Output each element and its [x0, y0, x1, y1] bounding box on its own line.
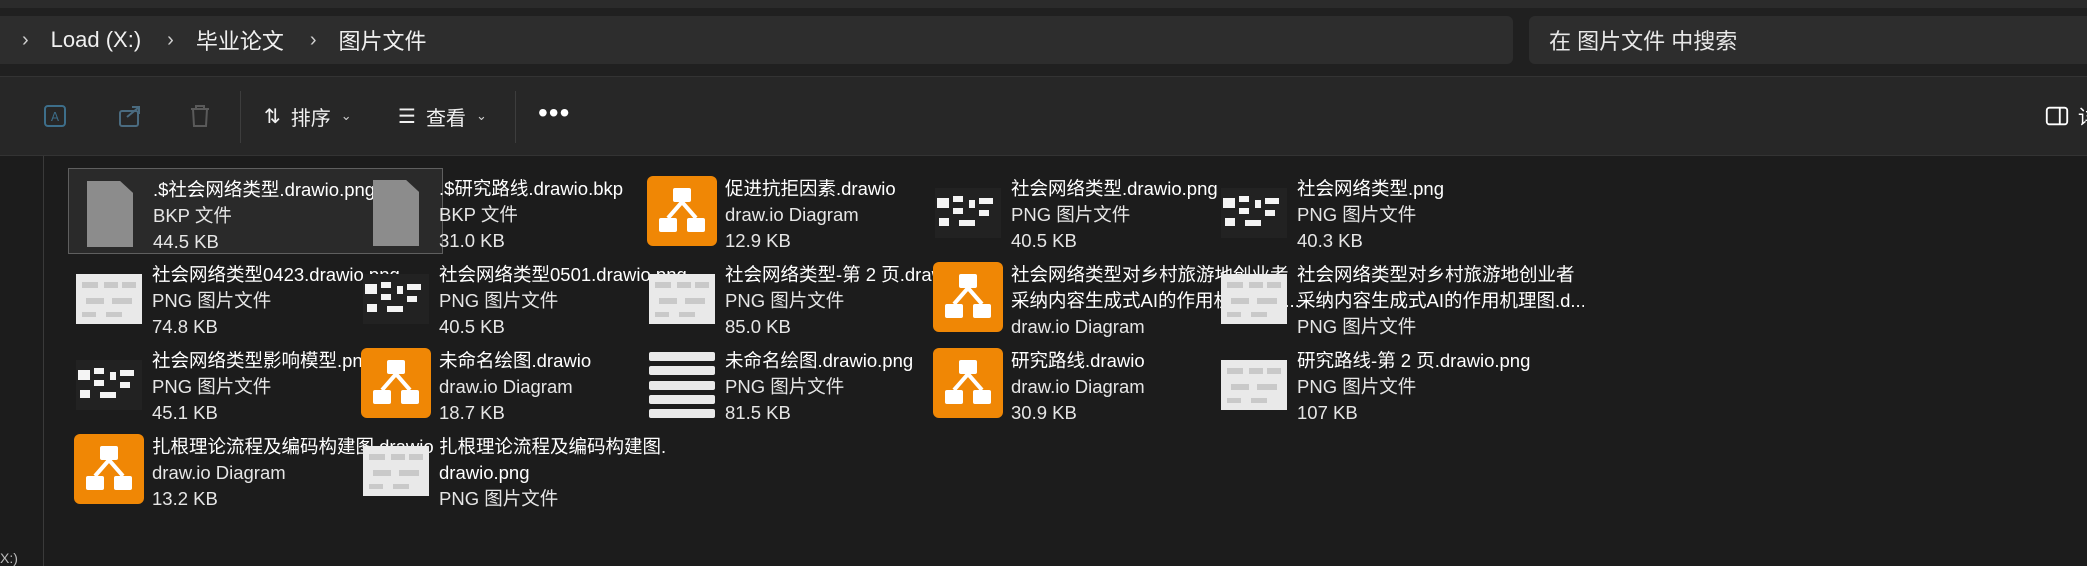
file-thumbnail	[361, 347, 431, 418]
image-thumbnail-icon	[1221, 360, 1287, 410]
file-meta: 社会网络类型对乡村旅游地创业者 采纳内容生成式AI的作用机理图.d... PNG 图…	[1297, 262, 1584, 340]
file-meta: 社会网络类型.png PNG 图片文件 40.3 KB	[1297, 176, 1584, 254]
view-button[interactable]: ☰ 查看 ⌄	[398, 99, 487, 133]
file-thumbnail	[1221, 180, 1287, 246]
chevron-down-icon: ⌄	[475, 108, 487, 123]
file-type: PNG 图片文件	[1297, 316, 1417, 337]
image-thumbnail-icon	[76, 274, 142, 324]
breadcrumb-folder-images[interactable]: 图片文件	[335, 24, 431, 56]
share-icon[interactable]	[115, 101, 145, 131]
file-thumbnail	[1221, 352, 1287, 418]
file-name-line2: drawio.png	[439, 462, 530, 483]
file-thumbnail	[363, 180, 429, 246]
file-item[interactable]: 社会网络类型.png PNG 图片文件 40.3 KB	[1213, 168, 1588, 254]
generic-file-icon	[373, 180, 419, 246]
file-thumbnail	[76, 266, 142, 332]
image-thumbnail-icon	[76, 360, 142, 410]
image-thumbnail-icon	[363, 274, 429, 324]
file-size: 107 KB	[1297, 402, 1358, 423]
details-pane-icon	[2045, 106, 2069, 125]
file-meta: 扎根理论流程及编码构建图. drawio.png PNG 图片文件	[439, 434, 726, 512]
image-thumbnail-icon	[649, 352, 715, 418]
file-thumbnail	[77, 181, 143, 247]
drawio-icon	[933, 347, 1003, 423]
image-thumbnail-icon	[935, 188, 1001, 238]
address-bar[interactable]: › Load (X:) › 毕业论文 › 图片文件	[0, 16, 1513, 64]
chevron-right-icon[interactable]: ›	[145, 29, 192, 52]
file-thumbnail	[933, 347, 1003, 418]
view-label: 查看	[425, 107, 466, 130]
file-thumbnail	[363, 438, 429, 504]
file-thumbnail	[647, 175, 717, 246]
file-name: 扎根理论流程及编码构建图.	[439, 436, 667, 457]
file-item[interactable]: 社会网络类型对乡村旅游地创业者 采纳内容生成式AI的作用机理图.d... PNG 图…	[1213, 254, 1588, 340]
drawio-icon	[933, 261, 1003, 337]
file-thumbnail	[76, 352, 142, 418]
image-thumbnail-icon	[1221, 274, 1287, 324]
navigation-pane[interactable]: X:)	[0, 156, 44, 566]
more-options-button[interactable]: •••	[538, 99, 570, 127]
sort-button[interactable]: ⇅ 排序 ⌄	[264, 99, 352, 133]
drawio-icon	[361, 347, 431, 423]
drawio-icon	[647, 175, 717, 251]
chevron-right-icon[interactable]: ›	[0, 29, 47, 52]
view-icon: ☰	[398, 105, 416, 128]
image-thumbnail-icon	[363, 446, 429, 496]
drawio-icon	[74, 433, 144, 509]
address-row: › Load (X:) › 毕业论文 › 图片文件 在 图片文件 中搜索	[0, 8, 2087, 76]
image-thumbnail-icon	[1221, 188, 1287, 238]
file-name-line2: 采纳内容生成式AI的作用机理图.d...	[1297, 290, 1584, 311]
command-bar: A ⇅ 排序 ⌄ ☰ 查看 ⌄ ••• 详	[0, 76, 2087, 156]
file-type: PNG 图片文件	[1297, 376, 1417, 397]
file-list: .$社会网络类型.drawio.png.bkp BKP 文件 44.5 KB .$研究…	[44, 156, 2087, 566]
toolbar-divider	[515, 91, 516, 143]
sort-label: 排序	[290, 107, 331, 130]
delete-icon[interactable]	[185, 101, 215, 131]
details-pane-button[interactable]: 详	[2044, 101, 2087, 130]
breadcrumb-folder-thesis[interactable]: 毕业论文	[192, 24, 288, 56]
file-meta: 研究路线-第 2 页.drawio.png PNG 图片文件 107 KB	[1297, 348, 1584, 426]
breadcrumb-drive[interactable]: Load (X:)	[47, 27, 146, 53]
toolbar-divider	[240, 91, 241, 143]
generic-file-icon	[87, 181, 133, 247]
chevron-right-icon[interactable]: ›	[288, 29, 335, 52]
file-type: PNG 图片文件	[439, 488, 559, 509]
nav-drive-label: X:)	[0, 550, 18, 566]
file-name: 社会网络类型对乡村旅游地创业者	[1297, 264, 1575, 285]
chevron-down-icon: ⌄	[340, 108, 352, 123]
search-input[interactable]: 在 图片文件 中搜索	[1529, 16, 2087, 64]
file-item[interactable]: 扎根理论流程及编码构建图. drawio.png PNG 图片文件	[355, 426, 730, 512]
sort-icon: ⇅	[264, 105, 281, 128]
rename-icon[interactable]: A	[40, 101, 70, 131]
image-thumbnail-icon	[649, 274, 715, 324]
file-thumbnail	[649, 352, 715, 418]
details-label: 详	[2078, 101, 2087, 130]
file-name: 社会网络类型.png	[1297, 178, 1445, 199]
svg-text:A: A	[51, 110, 60, 124]
file-thumbnail	[74, 433, 144, 504]
file-item[interactable]: 研究路线-第 2 页.drawio.png PNG 图片文件 107 KB	[1213, 340, 1588, 426]
file-thumbnail	[933, 261, 1003, 332]
file-name: 研究路线-第 2 页.drawio.png	[1297, 350, 1531, 371]
file-thumbnail	[363, 266, 429, 332]
file-thumbnail	[1221, 266, 1287, 332]
file-size: 40.3 KB	[1297, 230, 1363, 251]
file-thumbnail	[649, 266, 715, 332]
file-thumbnail	[935, 180, 1001, 246]
file-type: PNG 图片文件	[1297, 204, 1417, 225]
